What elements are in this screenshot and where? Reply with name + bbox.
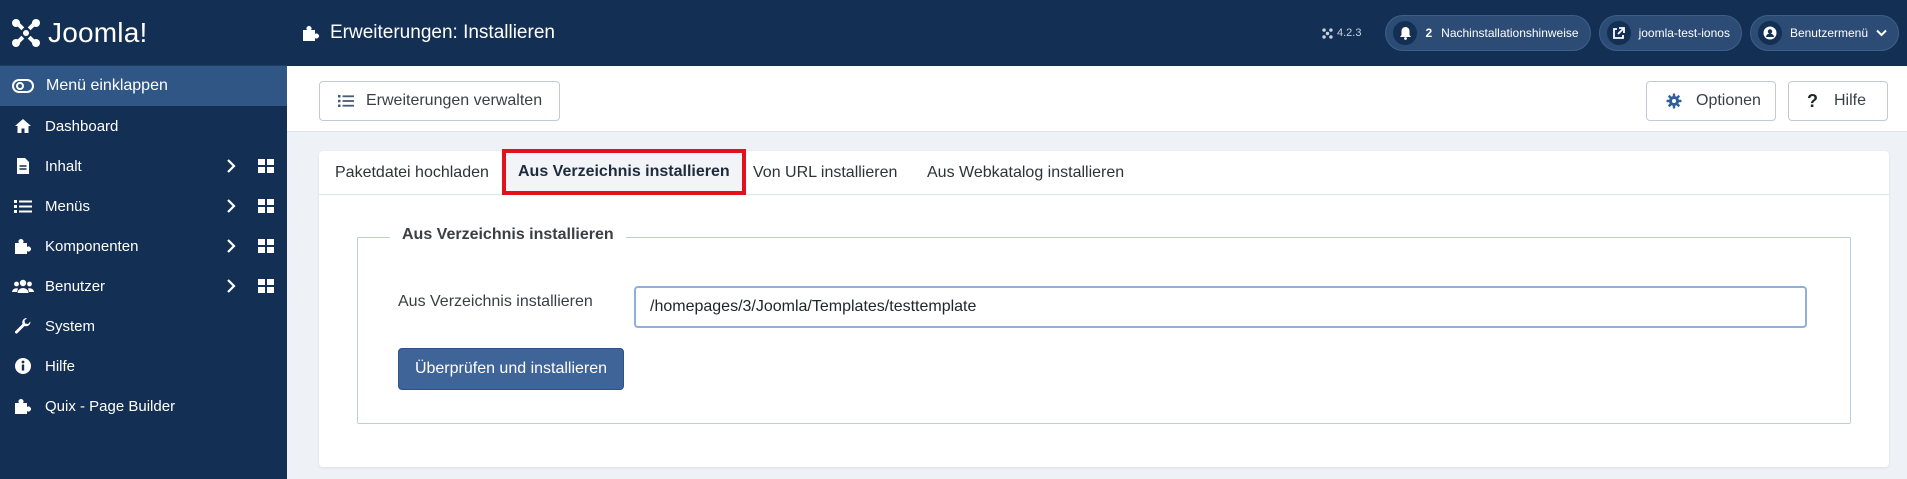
logo-text: Joomla! (48, 16, 148, 48)
tab-install-from-folder[interactable]: Aus Verzeichnis installieren (502, 149, 746, 195)
top-header: Erweiterungen: Installieren 4.2.3 2 Nach… (287, 0, 1907, 66)
tab-install-from-web[interactable]: Aus Webkatalog installieren (927, 151, 1124, 195)
sidebar-item-label: Inhalt (45, 157, 82, 175)
tab-upload-package[interactable]: Paketdatei hochladen (335, 151, 489, 195)
sidebar-item-menus[interactable]: Menüs (0, 186, 287, 226)
post-install-label: Nachinstallationshinweise (1441, 26, 1579, 40)
users-icon (12, 276, 34, 296)
dashboard-grid-icon[interactable] (258, 279, 274, 293)
tab-label: Aus Verzeichnis installieren (518, 163, 730, 180)
sidebar-item-label: Quix - Page Builder (45, 397, 176, 415)
fieldset-legend: Aus Verzeichnis installieren (390, 226, 626, 244)
version-text: 4.2.3 (1337, 27, 1362, 39)
sidebar-item-inhalt[interactable]: Inhalt (0, 146, 287, 186)
sidebar-item-hilfe[interactable]: Hilfe (0, 346, 287, 386)
collapse-menu-label: Menü einklappen (46, 77, 168, 94)
toolbar: Erweiterungen verwalten Optionen ? Hilfe (287, 66, 1907, 132)
dashboard-grid-icon[interactable] (258, 239, 274, 253)
tab-label: Paketdatei hochladen (335, 164, 489, 181)
sidebar-item-dashboard[interactable]: Dashboard (0, 106, 287, 146)
sidebar-item-label: Komponenten (45, 237, 139, 255)
puzzle-icon (12, 396, 34, 416)
help-button[interactable]: ? Hilfe (1788, 81, 1888, 121)
toggle-icon (12, 79, 34, 93)
sidebar-item-label: Benutzer (45, 277, 106, 295)
sidebar: Joomla! Menü einklappen Dashboard Inhalt… (0, 0, 287, 479)
help-label: Hilfe (1834, 92, 1867, 109)
chevron-right-icon[interactable] (226, 239, 236, 253)
joomla-small-icon (1322, 27, 1333, 39)
chevron-right-icon[interactable] (226, 159, 236, 173)
install-folder-fieldset: Aus Verzeichnis installieren Aus Verzeic… (357, 226, 1851, 424)
bell-icon (1393, 21, 1418, 45)
page-title: Erweiterungen: Installieren (301, 22, 555, 44)
options-button[interactable]: Optionen (1646, 81, 1776, 121)
page-title-text: Erweiterungen: Installieren (330, 22, 555, 43)
joomla-logo-icon (12, 18, 40, 47)
list-icon (338, 95, 354, 107)
site-link-label: joomla-test-ionos (1638, 26, 1730, 40)
version-indicator: 4.2.3 (1322, 27, 1361, 39)
notification-count: 2 (1425, 26, 1433, 40)
sidebar-item-komponenten[interactable]: Komponenten (0, 226, 287, 266)
post-install-messages-button[interactable]: 2 Nachinstallationshinweise (1385, 15, 1591, 51)
user-menu-label: Benutzermenü (1789, 26, 1868, 40)
sidebar-item-label: System (45, 317, 96, 335)
sidebar-item-benutzer[interactable]: Benutzer (0, 266, 287, 306)
install-directory-input[interactable] (634, 286, 1807, 328)
list-icon (12, 196, 34, 216)
sidebar-item-label: Menüs (45, 197, 91, 215)
manage-extensions-label: Erweiterungen verwalten (366, 92, 543, 109)
external-link-icon (1606, 21, 1631, 45)
options-label: Optionen (1696, 92, 1761, 109)
info-icon (12, 356, 34, 376)
tab-install-from-url[interactable]: Von URL installieren (753, 151, 897, 195)
wrench-icon (12, 316, 34, 336)
home-icon (12, 116, 34, 136)
install-card: Paketdatei hochladen Aus Verzeichnis ins… (319, 149, 1889, 467)
sidebar-item-label: Dashboard (45, 117, 119, 135)
chevron-right-icon[interactable] (226, 199, 236, 213)
install-tabs: Paketdatei hochladen Aus Verzeichnis ins… (319, 149, 1889, 195)
sidebar-item-quix[interactable]: Quix - Page Builder (0, 386, 287, 426)
chevron-right-icon[interactable] (226, 279, 236, 293)
site-link-button[interactable]: joomla-test-ionos (1598, 15, 1742, 51)
dashboard-grid-icon[interactable] (258, 159, 274, 173)
user-menu-button[interactable]: Benutzermenü (1749, 15, 1899, 51)
puzzle-icon (303, 26, 319, 41)
check-and-install-button[interactable]: Überprüfen und installieren (398, 348, 624, 390)
gear-icon (1666, 93, 1682, 109)
collapse-menu-button[interactable]: Menü einklappen (0, 66, 287, 106)
puzzle-icon (12, 236, 34, 256)
directory-field-label: Aus Verzeichnis installieren (398, 293, 593, 310)
joomla-logo[interactable]: Joomla! (0, 0, 287, 66)
file-icon (12, 156, 34, 176)
user-icon (1757, 21, 1782, 45)
sidebar-item-label: Hilfe (45, 357, 76, 375)
chevron-down-icon (1876, 29, 1887, 37)
manage-extensions-button[interactable]: Erweiterungen verwalten (319, 81, 560, 121)
question-icon: ? (1807, 90, 1818, 111)
sidebar-item-system[interactable]: System (0, 306, 287, 346)
dashboard-grid-icon[interactable] (258, 199, 274, 213)
tab-label: Aus Webkatalog installieren (927, 164, 1125, 181)
tab-label: Von URL installieren (753, 164, 898, 181)
